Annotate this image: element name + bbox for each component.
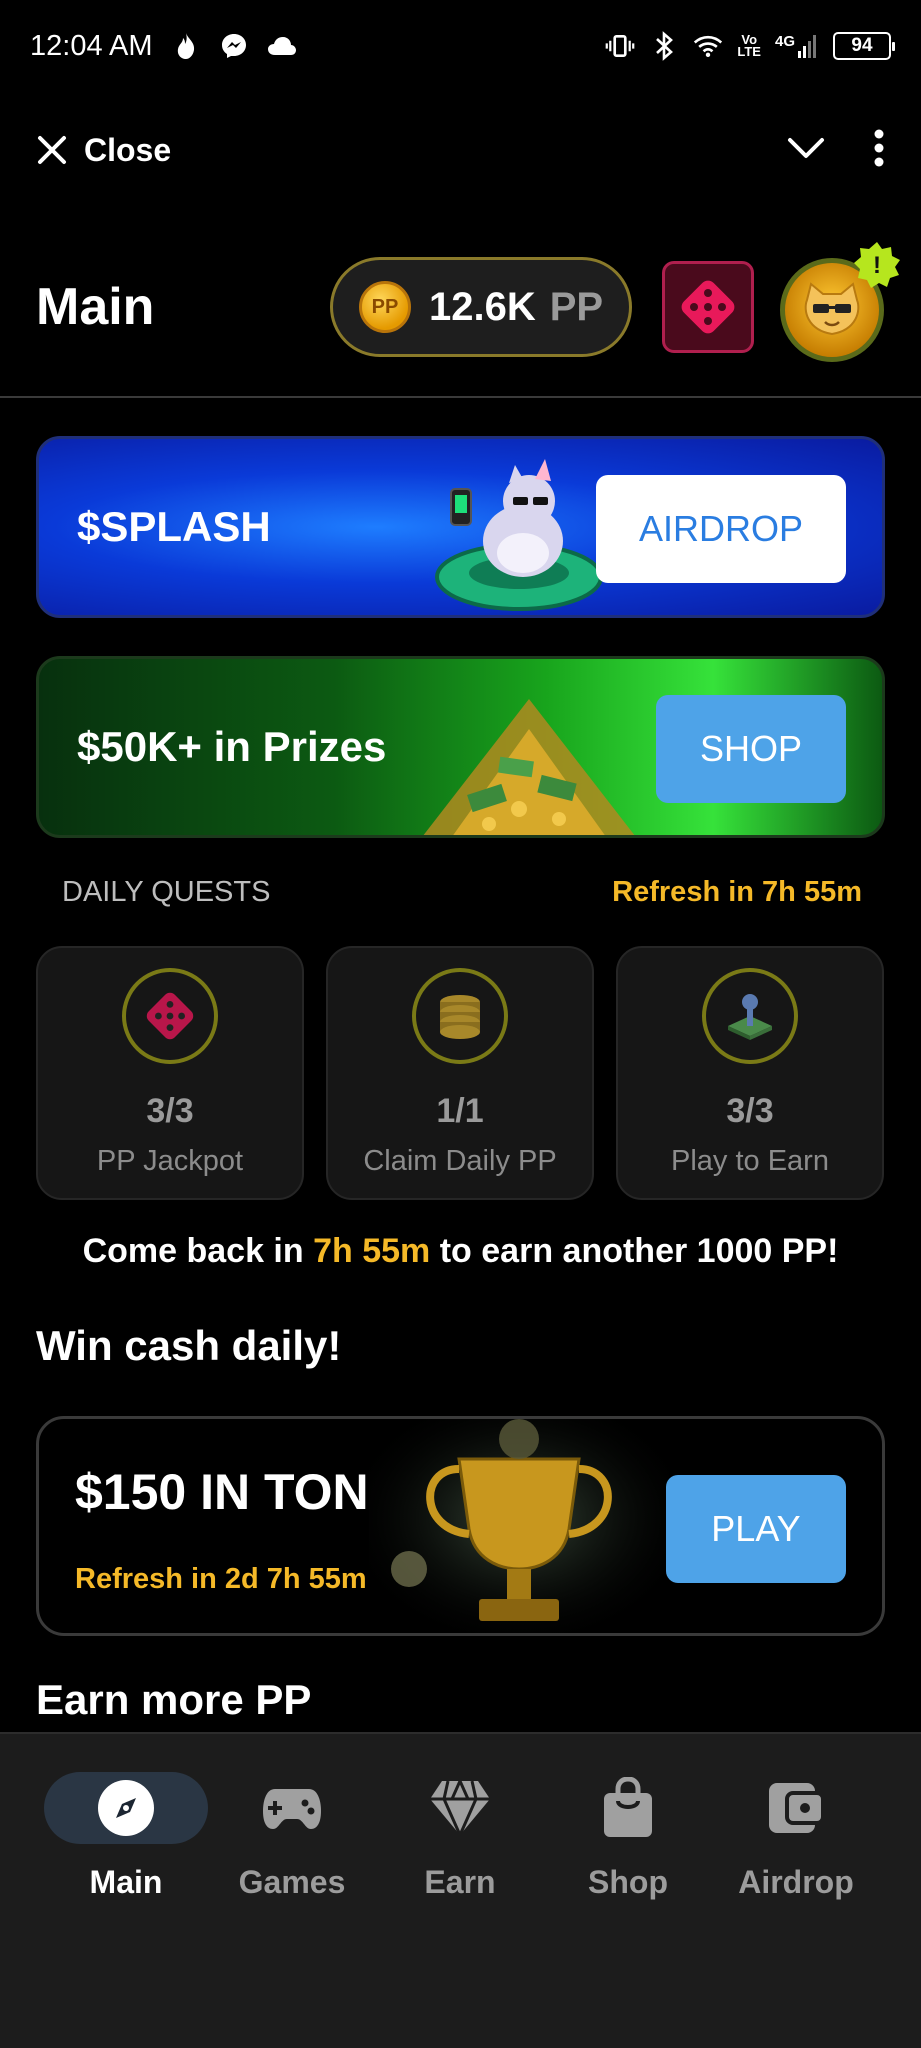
daily-quests-refresh: Refresh in 7h 55m [612,876,862,908]
vibrate-icon [605,31,635,61]
quest-count: 1/1 [436,1092,484,1130]
daily-quests-label: DAILY QUESTS [62,876,271,908]
network-type-label: 4G [774,33,795,50]
joystick-icon [702,968,798,1064]
quest-count: 3/3 [146,1092,194,1130]
nav-icon-wrap [378,1772,542,1844]
chevron-down-icon[interactable] [787,136,825,165]
ton-prize-refresh: Refresh in 2d 7h 55m [75,1563,367,1595]
airdrop-button[interactable]: AIRDROP [596,475,846,583]
close-icon [38,136,66,164]
dice-button[interactable] [662,261,754,353]
nav-icon-wrap [546,1772,710,1844]
prizes-banner-title: $50K+ in Prizes [77,723,387,770]
quest-card-claim-daily-pp[interactable]: 1/1 Claim Daily PP [326,946,594,1200]
quest-card-pp-jackpot[interactable]: 3/3 PP Jackpot [36,946,304,1200]
nav-label: Airdrop [738,1864,854,1900]
wallet-icon [769,1783,825,1833]
coin-stack-icon [412,968,508,1064]
comeback-prefix: Come back in [82,1232,314,1270]
win-cash-section-title: Win cash daily! [36,1322,342,1369]
nav-item-airdrop[interactable]: Airdrop [712,1772,880,1901]
dice-icon [122,968,218,1064]
nav-icon-wrap [210,1772,374,1844]
nav-item-earn[interactable]: Earn [376,1772,544,1901]
daily-quests-header: DAILY QUESTS Refresh in 7h 55m [62,876,862,909]
quest-card-play-to-earn[interactable]: 3/3 Play to Earn [616,946,884,1200]
cat-float-illustration [435,459,603,611]
daily-quests-list: 3/3 PP Jackpot 1/1 Claim Daily PP 3/3 Pl… [36,946,885,1200]
signal-bars-icon [798,35,816,58]
top-bar: Close [0,110,921,190]
bluetooth-icon [649,31,679,61]
quest-name: PP Jackpot [96,1145,244,1177]
close-button[interactable]: Close [36,132,171,169]
nav-item-main[interactable]: Main [42,1772,210,1901]
diamond-icon [430,1780,490,1837]
shopping-bag-icon [604,1777,652,1837]
alert-mark: ! [873,252,881,279]
page-header: Main PP 12.6K PP ! [0,242,921,362]
quest-count: 3/3 [726,1092,774,1130]
quest-name: Play to Earn [671,1145,829,1177]
nav-label: Main [89,1864,163,1900]
wifi-icon [693,31,723,61]
page-title: Main [36,278,155,336]
quest-name: Claim Daily PP [363,1145,557,1177]
comeback-suffix: to earn another 1000 PP! [430,1232,839,1270]
volte-indicator: Vo LTE [737,33,761,59]
alert-badge: ! [852,240,902,290]
nav-item-shop[interactable]: Shop [544,1772,712,1901]
close-label: Close [84,131,172,168]
comeback-message: Come back in 7h 55m to earn another 1000… [0,1232,921,1271]
gamepad-icon [263,1789,321,1829]
status-time: 12:04 AM [30,29,153,62]
splash-banner[interactable]: $SPLASH AIRDROP [36,436,885,618]
splash-banner-title: $SPLASH [77,503,271,550]
messenger-icon [219,31,249,61]
comeback-time: 7h 55m [313,1232,431,1270]
ton-prize-card[interactable]: $150 IN TON Refresh in 2d 7h 55m PLAY [36,1416,885,1636]
nav-label: Earn [424,1864,496,1900]
play-button[interactable]: PLAY [666,1475,846,1583]
nav-label: Games [238,1864,346,1900]
pp-balance-pill[interactable]: PP 12.6K PP [330,257,632,357]
compass-icon [98,1780,154,1836]
status-bar: 12:04 AM Vo LTE 4G 94 [0,0,921,92]
nav-label: Shop [588,1864,668,1900]
header-divider [0,396,921,398]
dice-icon [681,280,735,334]
prizes-banner[interactable]: $50K+ in Prizes SHOP [36,656,885,838]
pp-balance-unit: PP [549,284,604,329]
nav-icon-wrap [44,1772,208,1844]
ton-prize-title: $150 IN TON [75,1464,369,1520]
signal-indicator: 4G [775,33,819,59]
earn-more-section-title: Earn more PP [36,1676,312,1723]
battery-indicator: 94 [833,32,895,60]
cloud-icon [267,31,297,61]
money-pile-illustration [423,699,635,835]
trophy-illustration [369,1419,669,1633]
volte-lte-label: LTE [737,44,761,59]
pp-coin-icon: PP [359,281,411,333]
bottom-nav: Main Games Earn Shop Airdrop [0,1732,921,2048]
shop-button[interactable]: SHOP [656,695,846,803]
nav-item-games[interactable]: Games [208,1772,376,1901]
pp-balance-value: 12.6K [429,284,536,329]
nav-icon-wrap [714,1772,878,1844]
flame-icon [171,31,201,61]
more-options-icon[interactable] [873,129,885,172]
